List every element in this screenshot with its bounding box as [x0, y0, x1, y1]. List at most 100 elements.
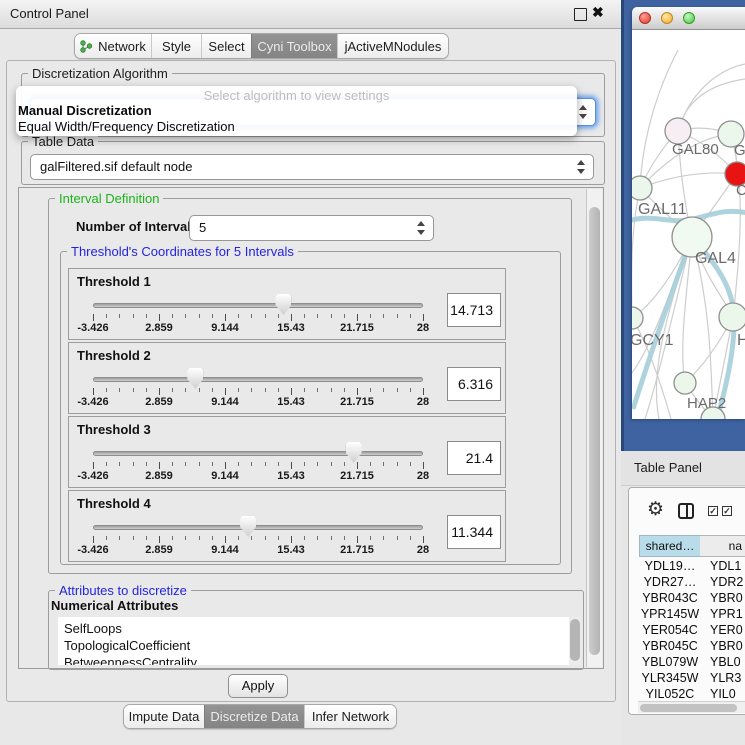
threshold-slider[interactable]: -3.4262.8599.14415.4321.71528	[93, 441, 423, 485]
threshold-value-field[interactable]: 11.344	[447, 515, 501, 549]
slider-tick-labels: -3.4262.8599.14415.4321.71528	[93, 470, 423, 483]
main-window-area: GAL80GACGAL11GAL4GCY1HHAP2 Table Panel ⚙…	[621, 0, 745, 745]
attribute-list-item[interactable]: BetweennessCentrality	[58, 654, 581, 665]
threshold-value-field[interactable]: 14.713	[447, 293, 501, 327]
thresholds-group: Threshold's Coordinates for 5 Intervals …	[60, 251, 561, 565]
close-icon[interactable]: ✖	[592, 4, 604, 21]
dropdown-option[interactable]: Equal Width/Frequency Discretization	[16, 119, 577, 135]
apply-button[interactable]: Apply	[228, 674, 288, 698]
tab-infer-network[interactable]: Infer Network	[304, 705, 396, 728]
checkbox-icon[interactable]: ✓	[722, 506, 732, 516]
tick-label: -3.426	[77, 544, 108, 556]
cell-name: YBR0	[710, 591, 745, 605]
table-panel-card: ⚙ ✓ ✓ shared… na YDL19…YDL1YDR27…YDR2YBR…	[628, 487, 745, 715]
threshold-slider[interactable]: -3.4262.8599.14415.4321.71528	[93, 293, 423, 337]
threshold-panel: Threshold 2-3.4262.8599.14415.4321.71528…	[68, 342, 506, 414]
slider-handle[interactable]	[346, 442, 362, 463]
cell-shared-name: YLR345W	[639, 671, 701, 685]
group-title: Attributes to discretize	[55, 583, 191, 598]
slider-track[interactable]	[93, 525, 423, 530]
window-title: Control Panel	[10, 6, 89, 21]
checkbox-icon[interactable]: ✓	[708, 506, 718, 516]
threshold-panel: Threshold 1 -3.4262.8599.14415.4321.71528…	[68, 268, 506, 340]
threshold-slider[interactable]: -3.4262.8599.14415.4321.71528	[93, 367, 423, 411]
cell-name: YER0	[710, 623, 745, 637]
network-node[interactable]	[719, 303, 745, 331]
tab-style[interactable]: Style	[151, 34, 201, 58]
slider-track[interactable]	[93, 377, 423, 382]
dropdown-option[interactable]: Manual Discretization	[16, 103, 577, 119]
interval-definition-group: Interval Definition Number of Intervals …	[48, 198, 572, 574]
threshold-value-field[interactable]: 21.4	[447, 441, 501, 475]
slider-track[interactable]	[93, 303, 423, 308]
table-row[interactable]: YPR145WYPR1	[639, 607, 745, 623]
tab-network[interactable]: Network	[75, 34, 151, 58]
close-traffic-light-icon[interactable]	[639, 12, 651, 24]
tick-label: 28	[417, 470, 429, 482]
number-of-intervals-combobox[interactable]: 5	[189, 215, 434, 241]
tab-label: Cyni Toolbox	[257, 39, 331, 54]
slider-track[interactable]	[93, 451, 423, 456]
float-window-icon[interactable]	[574, 8, 587, 21]
attribute-list-item[interactable]: SelfLoops	[58, 620, 581, 637]
horizontal-scrollbar[interactable]	[638, 701, 745, 713]
table-row[interactable]: YDL19… YDL1	[639, 559, 745, 575]
slider-handle[interactable]	[275, 294, 291, 315]
network-canvas[interactable]: GAL80GACGAL11GAL4GCY1HHAP2	[632, 30, 745, 419]
network-node[interactable]	[674, 372, 696, 394]
cell-name: YDR2	[710, 575, 745, 589]
tab-jactivemnodules[interactable]: jActiveMNodules	[337, 34, 448, 58]
attributes-list-scrollbar[interactable]	[569, 617, 581, 665]
scrollbar-thumb[interactable]	[640, 704, 737, 712]
vertical-scrollbar[interactable]	[586, 189, 602, 667]
split-panel-icon[interactable]	[678, 503, 694, 519]
cell-shared-name: YDL19…	[639, 559, 701, 573]
tick-label: 2.859	[145, 396, 173, 408]
threshold-label: Threshold 1	[77, 274, 151, 289]
threshold-value-field[interactable]: 6.316	[447, 367, 501, 401]
cell-shared-name: YPR145W	[639, 607, 701, 621]
slider-ticks	[93, 313, 423, 321]
table-row[interactable]: YLR345WYLR3	[639, 671, 745, 687]
tab-impute-data[interactable]: Impute Data	[124, 705, 204, 728]
network-window-titlebar	[632, 7, 745, 30]
column-header-shared-name[interactable]: shared…	[639, 535, 701, 557]
threshold-slider[interactable]: -3.4262.8599.14415.4321.71528	[93, 515, 423, 559]
gear-icon[interactable]: ⚙	[647, 498, 664, 521]
cell-shared-name: YBL079W	[639, 655, 701, 669]
slider-ticks	[93, 387, 423, 395]
tab-select[interactable]: Select	[201, 34, 251, 58]
zoom-traffic-light-icon[interactable]	[683, 12, 695, 24]
tab-discretize-data[interactable]: Discretize Data	[204, 705, 304, 728]
attribute-list-item[interactable]: TopologicalCoefficient	[58, 637, 581, 654]
scrollbar-thumb[interactable]	[570, 619, 580, 661]
network-node[interactable]	[632, 176, 652, 200]
threshold-label: Threshold 3	[77, 422, 151, 437]
network-edge	[640, 173, 737, 188]
cell-name: YBL0	[710, 655, 745, 669]
tab-label: Impute Data	[129, 709, 200, 724]
tab-label: Discretize Data	[210, 709, 298, 724]
tab-label: Infer Network	[312, 709, 389, 724]
slider-handle[interactable]	[187, 368, 203, 389]
tab-label: Select	[208, 39, 244, 54]
tab-label: Network	[98, 39, 146, 54]
slider-tick-labels: -3.4262.8599.14415.4321.71528	[93, 544, 423, 557]
table-data-combobox[interactable]: galFiltered.sif default node	[30, 154, 594, 180]
slider-handle[interactable]	[240, 516, 256, 537]
table-row[interactable]: YBR043CYBR0	[639, 591, 745, 607]
threshold-label: Threshold 4	[77, 496, 151, 511]
tab-label: Style	[162, 39, 191, 54]
table-row[interactable]: YBL079W YBL0	[639, 655, 745, 671]
table-row[interactable]: YER054CYER0	[639, 623, 745, 639]
table-row[interactable]: YDR27…YDR2	[639, 575, 745, 591]
network-icon	[80, 40, 93, 53]
cell-name: YDL1	[710, 559, 745, 573]
minimize-traffic-light-icon[interactable]	[661, 12, 673, 24]
scrollbar-thumb[interactable]	[589, 207, 600, 655]
column-header-name[interactable]: na	[700, 535, 745, 557]
tab-cyni-toolbox[interactable]: Cyni Toolbox	[251, 34, 337, 58]
table-row[interactable]: YBR045CYBR0	[639, 639, 745, 655]
numerical-attributes-list[interactable]: SelfLoopsTopologicalCoefficientBetweenne…	[58, 617, 581, 665]
tick-label: 9.144	[211, 322, 239, 334]
